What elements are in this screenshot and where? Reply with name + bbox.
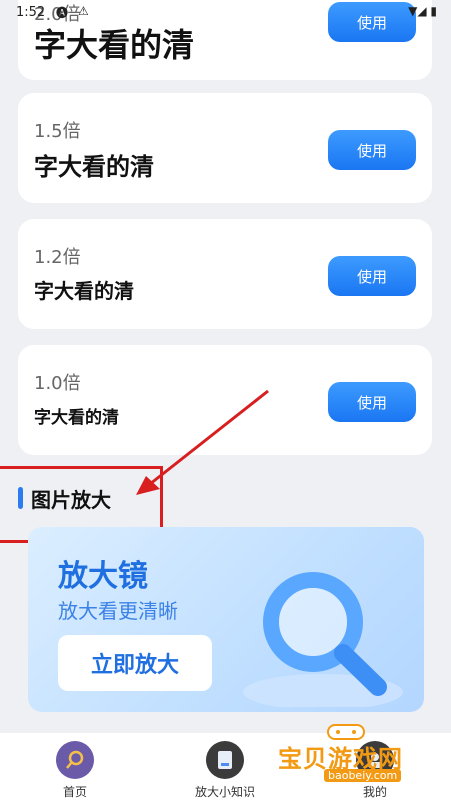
use-button[interactable]: 使用 [328, 382, 416, 422]
nav-label-knowledge: 放大小知识 [194, 785, 255, 799]
magnifier-icon [56, 741, 94, 779]
card-multiplier: 1.0倍 [34, 373, 81, 394]
magnifier-banner[interactable]: 放大镜 放大看更清晰 立即放大 [28, 527, 424, 712]
banner-title: 放大镜 [58, 559, 148, 594]
card-sample-text: 字大看的清 [34, 408, 119, 428]
status-bar: 1:52 🅐 ⚠ ▼◢ ▮ [0, 0, 451, 26]
size-card-1-5: 1.5倍 字大看的清 使用 [18, 93, 432, 203]
magnify-now-button[interactable]: 立即放大 [58, 635, 212, 691]
use-button[interactable]: 使用 [328, 256, 416, 296]
watermark-url: baobeiy.com [324, 769, 402, 782]
book-icon [206, 741, 244, 779]
notification-a-icon: 🅐 [56, 6, 69, 20]
watermark: 宝贝游戏网 baobeiy.com [276, 723, 446, 793]
magnifying-glass-icon [243, 572, 403, 707]
status-time: 1:52 [16, 5, 46, 20]
nav-label-home: 首页 [62, 785, 87, 799]
card-sample-text: 字大看的清 [34, 26, 195, 64]
nav-item-home[interactable]: 首页 [30, 741, 120, 800]
warning-icon: ⚠ [78, 4, 89, 18]
use-button[interactable]: 使用 [328, 130, 416, 170]
size-card-1-2: 1.2倍 字大看的清 使用 [18, 219, 432, 329]
card-sample-text: 字大看的清 [34, 153, 154, 181]
card-sample-text: 字大看的清 [34, 279, 134, 303]
nav-item-knowledge[interactable]: 放大小知识 [180, 741, 270, 800]
card-multiplier: 1.5倍 [34, 121, 81, 142]
signal-battery-icons: ▼◢ ▮ [408, 4, 437, 18]
banner-subtitle: 放大看更清晰 [58, 599, 178, 623]
size-card-1-0: 1.0倍 字大看的清 使用 [18, 345, 432, 455]
card-multiplier: 1.2倍 [34, 247, 81, 268]
